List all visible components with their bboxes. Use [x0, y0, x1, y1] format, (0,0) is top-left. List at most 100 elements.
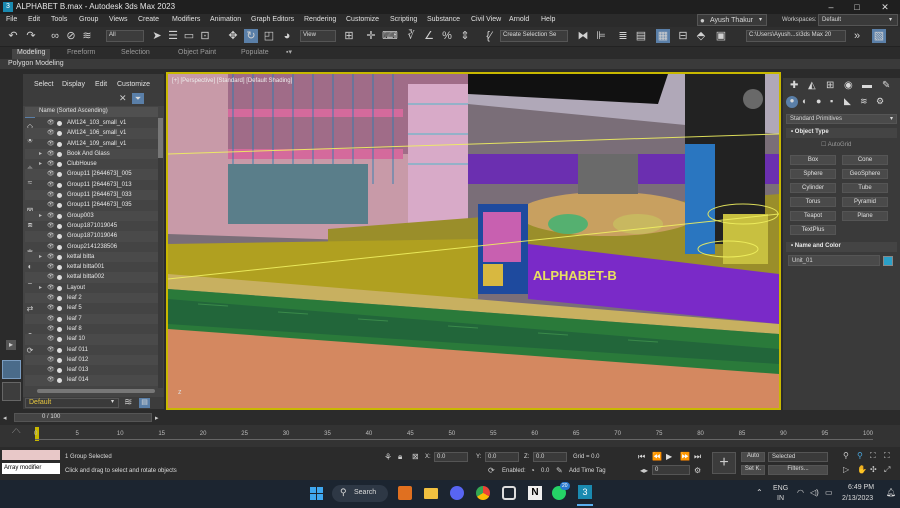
menu-tools[interactable]: Tools [51, 16, 67, 23]
list-item[interactable]: 👁︎ Group11 [2644673]_013 [25, 180, 158, 190]
app-cube-icon[interactable] [502, 486, 516, 500]
zoom-icon[interactable]: ⚲ [843, 451, 849, 460]
menu-modifiers[interactable]: Modifiers [172, 16, 200, 23]
zoom-extents-icon[interactable]: ⛶ [870, 451, 876, 461]
helpers-icon[interactable]: ◣ [844, 96, 851, 107]
geosphere-button[interactable]: GeoSphere [842, 169, 888, 179]
select-manipulate-icon[interactable]: ✛ [364, 29, 378, 43]
freeze-dot-icon[interactable] [57, 296, 62, 302]
workspace-dropdown[interactable]: Default ▾ [818, 14, 898, 26]
menu-rendering[interactable]: Rendering [304, 16, 336, 23]
list-item[interactable]: 👁︎ AM124_106_small_v1 [25, 128, 158, 139]
freeze-dot-icon[interactable] [57, 203, 62, 209]
spacewarps-icon[interactable]: ≋ [860, 96, 868, 107]
curve-editor-mini-icon[interactable]: ⟋⟍ [12, 429, 20, 436]
select-by-name-icon[interactable]: ☰ [166, 29, 180, 43]
auto-key-button[interactable]: Auto [741, 452, 765, 462]
visibility-eye-icon[interactable]: 👁︎ [47, 303, 55, 313]
object-type-section[interactable]: • Object Type [786, 128, 897, 138]
freeze-dot-icon[interactable] [57, 162, 62, 168]
notification-icon[interactable]: 🔔︎ [886, 488, 896, 497]
scene-menu-customize[interactable]: Customize [117, 81, 150, 88]
motion-tab-icon[interactable]: ◉ [844, 80, 853, 91]
language-eng[interactable]: ENG [773, 485, 788, 492]
visibility-eye-icon[interactable]: 👁︎ [47, 139, 55, 149]
track-bar[interactable]: ⟋⟍ 0 5 10 15 20 25 30 35 40 45 50 55 60 65 70 75 80 85 90 9… [0, 425, 900, 447]
teapot-button[interactable]: Teapot [790, 211, 836, 221]
orbit-icon[interactable]: ✣ [870, 465, 877, 474]
scale-icon[interactable]: ◰ [262, 29, 276, 43]
time-slider[interactable]: 0 / 100 [14, 413, 152, 422]
expand-arrow-icon[interactable]: ▸ [39, 211, 42, 221]
perspective-viewport[interactable]: ALPHABET-B [+] [Perspective] [Standard] … [166, 72, 781, 410]
freeze-dot-icon[interactable] [57, 306, 62, 312]
visibility-eye-icon[interactable]: 👁︎ [47, 345, 55, 355]
menu-edit[interactable]: Edit [28, 16, 40, 23]
name-color-section[interactable]: • Name and Color [786, 242, 897, 252]
visibility-eye-icon[interactable]: 👁︎ [47, 272, 55, 282]
add-time-tag[interactable]: Add Time Tag [569, 468, 606, 474]
set-key-icon[interactable]: + [712, 452, 736, 474]
torus-button[interactable]: Torus [790, 197, 836, 207]
viewport-label[interactable]: [+] [Perspective] [Standard] [Default Sh… [172, 78, 293, 84]
undo-icon[interactable]: ↶ [6, 29, 20, 43]
expand-arrow-icon[interactable]: ▸ [39, 149, 42, 159]
freeze-dot-icon[interactable] [57, 285, 62, 291]
lights-icon[interactable]: ● [816, 96, 821, 106]
scene-list-scrollbar[interactable] [158, 118, 163, 388]
tab-modeling[interactable]: Modeling [12, 49, 51, 59]
cone-button[interactable]: Cone [842, 155, 888, 165]
menu-graph-editors[interactable]: Graph Editors [251, 16, 294, 23]
absolute-mode-icon[interactable]: ⊠ [412, 452, 419, 461]
visibility-eye-icon[interactable]: 👁︎ [47, 169, 55, 179]
keyboard-shortcut-icon[interactable]: ⌨ [382, 29, 398, 43]
user-account-dropdown[interactable]: ● Ayush Thakur ▾ [697, 14, 767, 26]
freeze-dot-icon[interactable] [57, 368, 62, 374]
sublime-app-icon[interactable] [398, 486, 412, 500]
tab-freeform[interactable]: Freeform [62, 49, 100, 59]
filter-icon[interactable]: ⏷ [132, 93, 144, 104]
list-item[interactable]: 👁︎ Group1871019045 [25, 221, 158, 231]
go-to-start-icon[interactable]: ⏮ [638, 452, 645, 462]
previous-frame-icon[interactable]: ⏪ [652, 452, 662, 461]
layer-dropdown[interactable]: Default [25, 398, 119, 408]
set-key-button[interactable]: Set K. [741, 465, 765, 475]
clock-time[interactable]: 6:49 PM [848, 484, 874, 491]
lock-icon[interactable]: 🔒︎ [398, 452, 402, 462]
primitives-dropdown[interactable]: Standard Primitives ▾ [786, 114, 897, 124]
scrollbar-thumb[interactable] [158, 118, 163, 158]
language-region[interactable]: IN [777, 495, 784, 502]
visibility-eye-icon[interactable]: 👁︎ [47, 221, 55, 231]
select-object-icon[interactable]: ➤ [150, 29, 164, 43]
scene-explorer-toggle-icon[interactable]: ▤ [139, 398, 150, 408]
maxscript-input[interactable]: Array modifier [2, 463, 60, 474]
expand-arrow-icon[interactable]: ▸ [39, 252, 42, 262]
maxscript-listener-pink[interactable] [2, 450, 60, 460]
object-color-swatch[interactable] [883, 256, 893, 266]
visibility-eye-icon[interactable]: 👁︎ [47, 200, 55, 210]
create-tab-icon[interactable]: ✚ [790, 80, 798, 91]
list-item[interactable]: 👁︎ Group11 [2644673]_035 [25, 200, 158, 210]
snap-toggle-icon[interactable]: ∛ [404, 29, 418, 43]
redo-icon[interactable]: ↷ [24, 29, 38, 43]
chevron-right-icon[interactable]: » [850, 29, 864, 43]
list-item[interactable]: 👁︎ leaf 8 [25, 324, 158, 334]
list-item[interactable]: 👁︎ leaf 014 [25, 375, 158, 386]
battery-icon[interactable]: ▭ [825, 488, 833, 497]
key-mode-icon[interactable]: ◂▸ [640, 466, 648, 475]
column-header-name[interactable]: Name (Sorted Ascending) [25, 107, 158, 117]
menu-file[interactable]: File [6, 16, 17, 23]
curve-editor-icon[interactable]: ▦ [656, 29, 670, 43]
adaptive-degradation-icon[interactable]: ⟳ [488, 466, 495, 475]
visibility-eye-icon[interactable]: 👁︎ [47, 118, 55, 128]
textplus-button[interactable]: TextPlus [790, 225, 836, 235]
key-filter-dropdown[interactable]: Selected [768, 452, 828, 462]
maximize-viewport-icon[interactable]: ⤢ [884, 465, 890, 475]
key-filters-button[interactable]: Filters... [768, 465, 828, 475]
menu-animation[interactable]: Animation [210, 16, 241, 23]
list-item[interactable]: 👁︎ leaf 7 [25, 313, 158, 324]
list-item[interactable]: 👁︎ AM124_103_small_v1 [25, 118, 158, 128]
notion-icon[interactable]: N [528, 486, 542, 500]
clock-date[interactable]: 2/13/2023 [842, 495, 873, 502]
visibility-eye-icon[interactable]: 👁︎ [47, 334, 55, 344]
